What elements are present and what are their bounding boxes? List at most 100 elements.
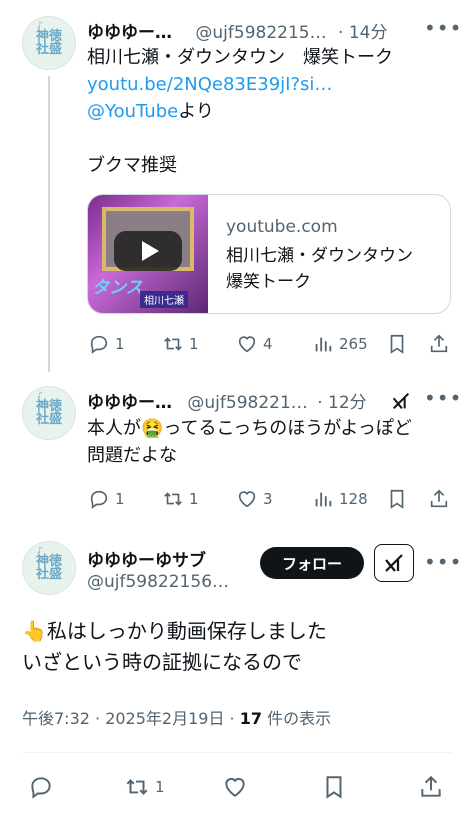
handle[interactable]: @ujf5982215… [195, 23, 326, 43]
avatar-label: 神徳社盛 [35, 399, 62, 427]
emoji: 👆 [22, 619, 47, 643]
bookmark-button[interactable] [386, 488, 413, 510]
timestamp[interactable]: · 14分 [338, 23, 387, 43]
main-actions: 1 [0, 766, 474, 806]
bookmark-icon [326, 776, 342, 799]
heart-icon [238, 336, 256, 353]
more-icon[interactable]: ••• [424, 16, 462, 40]
views-icon [315, 337, 332, 352]
share-icon [421, 775, 441, 797]
repost-icon [164, 337, 182, 351]
share-icon [430, 334, 448, 353]
emoji: 🤮 [141, 418, 164, 439]
repost-icon [164, 492, 182, 506]
heart-icon [225, 777, 245, 797]
avatar-note: ♪ [37, 391, 43, 401]
divider [22, 752, 452, 753]
reply-button[interactable] [28, 774, 59, 800]
views-count: 17 [239, 709, 262, 728]
tweet-link[interactable]: youtu.be/2NQe83E39jI?si… [87, 71, 332, 98]
more-icon[interactable]: ••• [424, 550, 462, 574]
display-name[interactable]: ゆゆゆー… [87, 393, 172, 413]
share-button[interactable] [428, 333, 455, 355]
share-button[interactable] [428, 488, 455, 510]
grok-icon[interactable] [390, 390, 412, 412]
reply-icon [90, 335, 108, 354]
tweet-text-line: ブクマ推奨 [87, 155, 177, 176]
tweet-text: 私はしっかり動画保存しました [46, 619, 327, 643]
like-button[interactable]: 4 [236, 333, 273, 355]
reply-button[interactable]: 1 [88, 333, 125, 355]
like-count: 3 [263, 490, 273, 508]
views-button[interactable]: 265 [312, 333, 368, 355]
reply-count: 1 [115, 335, 125, 353]
avatar-note: ♪ [37, 546, 43, 556]
repost-count: 1 [155, 778, 165, 796]
reply-icon [31, 777, 51, 799]
heart-icon [238, 491, 256, 508]
tweet-meta: 午後7:32 · 2025年2月19日 · 17 件の表示 [22, 705, 331, 729]
timestamp[interactable]: · 12分 [317, 393, 366, 413]
thumbnail-caption: 相川七瀬 [140, 291, 188, 308]
avatar-label: 神徳社盛 [35, 554, 62, 582]
repost-button[interactable]: 1 [162, 488, 199, 510]
grok-icon [385, 554, 403, 572]
tweet-text-line: 相川七瀬・ダウンタウン 爆笑トーク [87, 47, 393, 68]
avatar[interactable]: ♪ 神徳社盛 [22, 16, 76, 70]
follow-button[interactable]: フォロー [260, 547, 364, 579]
tweet-datetime[interactable]: 午後7:32 · 2025年2月19日 · [22, 709, 240, 728]
play-icon[interactable] [114, 231, 182, 271]
repost-button[interactable]: 1 [124, 774, 165, 800]
thread-connector [48, 76, 50, 372]
repost-icon [126, 779, 148, 795]
views-count: 128 [339, 490, 368, 508]
video-thumbnail[interactable]: タンス 相川七瀬 [88, 195, 208, 313]
link-card[interactable]: タンス 相川七瀬 youtube.com 相川七瀬・ダウンタウン 爆笑トーク [87, 194, 451, 314]
tweet-text-suffix: より [178, 101, 214, 122]
bookmark-button[interactable] [321, 774, 352, 800]
avatar-note: ♪ [37, 21, 43, 31]
avatar[interactable]: ♪ 神徳社盛 [22, 386, 76, 440]
youtube-mention[interactable]: @YouTube [87, 101, 178, 122]
like-button[interactable]: 3 [236, 488, 273, 510]
display-name[interactable]: ゆゆゆー… [87, 23, 172, 43]
tweet-text: ってるこっちのほうがよっぽど [163, 418, 412, 439]
views-label: 件の表示 [261, 709, 332, 728]
share-button[interactable] [418, 774, 449, 800]
tweet-text-line: 👆私はしっかり動画保存しました [22, 616, 327, 647]
card-title: 相川七瀬・ダウンタウン 爆笑トーク [226, 246, 430, 292]
reply-icon [90, 490, 108, 509]
bookmark-button[interactable] [386, 333, 413, 355]
card-domain: youtube.com [226, 217, 338, 237]
tweet-text-line: 本人が🤮ってるこっちのほうがよっぽど [87, 415, 412, 442]
views-button[interactable]: 128 [312, 488, 368, 510]
handle[interactable]: @ujf59822156… [87, 572, 229, 592]
handle[interactable]: @ujf598221… [187, 393, 307, 413]
tweet-header: ゆゆゆー… @ujf5982215… · 14分 [87, 18, 387, 43]
avatar[interactable]: ♪ 神徳社盛 [22, 541, 76, 595]
more-icon[interactable]: ••• [424, 386, 462, 410]
share-icon [430, 489, 448, 508]
tweet-text-line: いざという時の証拠になるので [22, 650, 302, 674]
reply-count: 1 [115, 490, 125, 508]
thumbnail-caption: タンス [92, 278, 143, 298]
tweet-text-line: @YouTubeより [87, 98, 214, 125]
bookmark-icon [390, 334, 404, 354]
avatar-label: 神徳社盛 [35, 29, 62, 57]
tweet-text: 本人が [87, 418, 141, 439]
repost-count: 1 [189, 335, 199, 353]
bookmark-icon [390, 489, 404, 509]
like-count: 4 [263, 335, 273, 353]
grok-button[interactable] [374, 544, 414, 582]
like-button[interactable] [222, 774, 253, 800]
views-count: 265 [339, 335, 368, 353]
tweet-actions: 1 1 4 265 [88, 333, 450, 357]
repost-count: 1 [189, 490, 199, 508]
tweet-actions: 1 1 3 128 [88, 488, 450, 512]
repost-button[interactable]: 1 [162, 333, 199, 355]
reply-button[interactable]: 1 [88, 488, 125, 510]
views-icon [315, 492, 332, 507]
tweet-text-line: 問題だよな [87, 445, 177, 466]
display-name[interactable]: ゆゆゆーゆサブ [87, 546, 206, 571]
tweet-header: ゆゆゆー… @ujf598221… · 12分 [87, 388, 367, 413]
